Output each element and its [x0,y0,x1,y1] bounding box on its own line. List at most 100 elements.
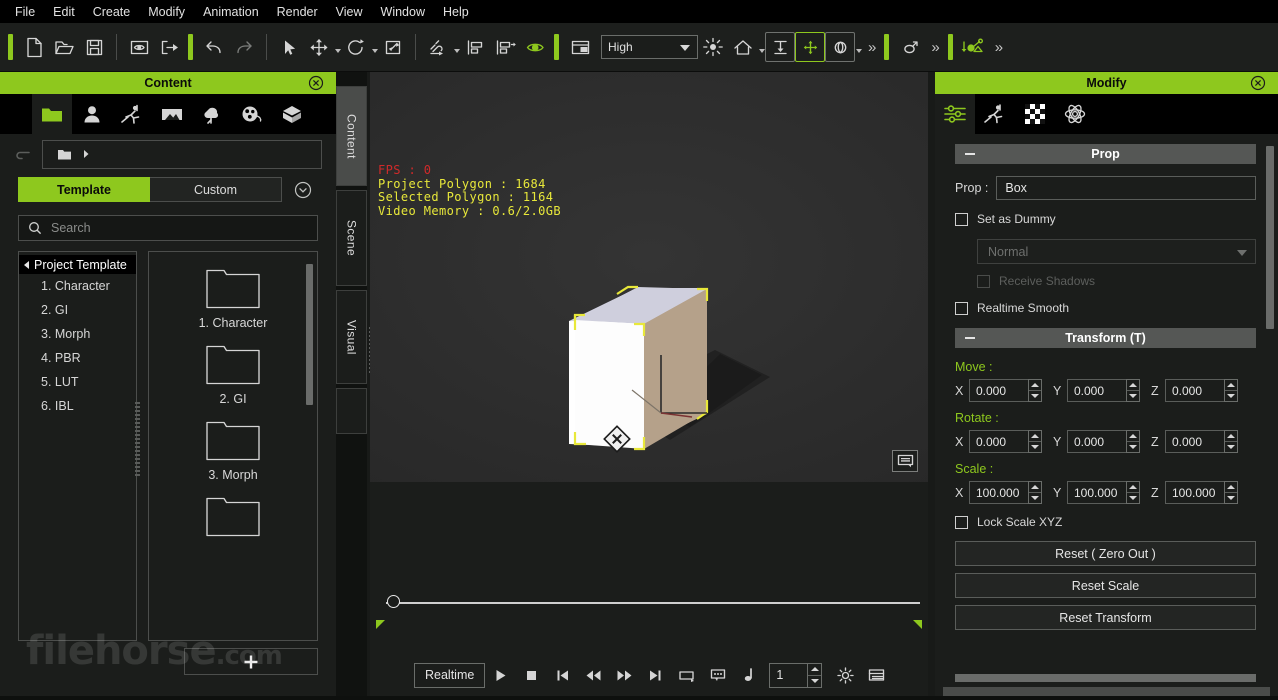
tab-folder-icon[interactable] [32,94,72,134]
realtime-smooth-checkbox[interactable] [955,301,968,315]
breadcrumb[interactable] [42,139,322,169]
reset-scale-button[interactable]: Reset Scale [955,573,1256,598]
scale-x-stepper[interactable] [1028,481,1042,504]
timeline-track[interactable] [380,595,920,608]
collapse-icon-transform[interactable] [965,337,975,339]
viewport-3d[interactable]: FPS : 0 Project Polygon : 1684 Selected … [370,72,928,482]
tree-item-morph[interactable]: 3. Morph [19,322,136,346]
menu-item-create[interactable]: Create [84,2,140,22]
chevron-down-circle-icon[interactable] [294,181,312,199]
frame-stepper[interactable] [807,662,823,688]
list-item[interactable]: 3. Morph [149,418,317,482]
tab-template[interactable]: Template [18,177,150,202]
export-icon[interactable] [154,32,184,62]
scale-z-input[interactable]: 100.000 [1165,481,1238,504]
scale-y-input[interactable]: 100.000 [1067,481,1140,504]
forward-button[interactable] [609,662,640,688]
menu-item-edit[interactable]: Edit [44,2,84,22]
menu-item-view[interactable]: View [327,2,372,22]
tab-3dblock-icon[interactable] [272,94,312,134]
sidebar-item-visual[interactable]: Visual [336,290,374,384]
lock-scale-checkbox[interactable] [955,515,968,529]
redo-icon[interactable] [229,32,259,62]
eye-visibility-icon[interactable] [520,32,550,62]
tree-item-gi[interactable]: 2. GI [19,298,136,322]
link-icon[interactable] [423,32,453,62]
physics-atom-icon[interactable] [1055,94,1095,134]
sliders-icon[interactable] [935,94,975,134]
move-z-stepper[interactable] [1224,379,1238,402]
menu-item-file[interactable]: File [6,2,44,22]
tree-root-project-template[interactable]: Project Template [19,255,136,274]
menu-item-help[interactable]: Help [434,2,478,22]
tab-media-icon[interactable] [232,94,272,134]
rotate-z-input[interactable]: 0.000 [1165,430,1238,453]
scrollbar-vertical[interactable] [306,264,313,405]
audio-note-button[interactable] [733,662,764,688]
physics-icon[interactable] [895,32,925,62]
ground-drop-icon[interactable] [765,32,795,62]
rewind-button[interactable] [578,662,609,688]
motion-icon[interactable] [975,94,1015,134]
set-as-dummy-checkbox[interactable] [955,212,968,226]
stop-button[interactable] [516,662,547,688]
section-header-prop[interactable]: Prop [955,144,1256,164]
close-icon-modify[interactable] [1250,75,1266,91]
scrollbar-vertical-modify[interactable] [1266,146,1274,329]
move-icon[interactable] [304,32,334,62]
open-folder-icon[interactable] [49,32,79,62]
viewport-note-button[interactable] [892,450,918,472]
scrollbar-horizontal-modify[interactable] [955,674,1256,682]
stepper-up[interactable] [808,664,822,676]
rotate-icon[interactable] [341,32,371,62]
sidebar-item-extra[interactable] [336,388,367,434]
render-export-icon[interactable] [959,32,989,62]
menu-item-animation[interactable]: Animation [194,2,268,22]
timeline-list-button[interactable] [861,662,892,688]
sidebar-item-scene[interactable]: Scene [336,190,367,286]
comment-button[interactable] [702,662,733,688]
preview-eye-icon[interactable] [124,32,154,62]
reset-zero-out-button[interactable]: Reset ( Zero Out ) [955,541,1256,566]
tab-scene-icon[interactable] [152,94,192,134]
lock-scale-checkbox-row[interactable]: Lock Scale XYZ [955,515,1256,529]
set-as-dummy-checkbox-row[interactable]: Set as Dummy [955,212,1256,226]
align-left-icon[interactable] [460,32,490,62]
tab-character-icon[interactable] [72,94,112,134]
pivot-icon[interactable] [825,32,855,62]
overflow-icon-3[interactable]: » [989,39,1007,56]
overflow-icon[interactable]: » [862,39,880,56]
light-icon[interactable] [698,32,728,62]
section-header-transform[interactable]: Transform (T) [955,328,1256,348]
scale-z-stepper[interactable] [1224,481,1238,504]
timeline-playhead[interactable] [387,595,400,608]
layout-window-icon[interactable] [565,32,595,62]
new-icon[interactable] [19,32,49,62]
save-icon[interactable] [79,32,109,62]
scrollbar-horizontal-outer[interactable] [943,687,1270,696]
menu-item-render[interactable]: Render [268,2,327,22]
tree-item-pbr[interactable]: 4. PBR [19,346,136,370]
range-marker-start[interactable] [376,620,385,629]
tab-motion-icon[interactable] [112,94,152,134]
play-button[interactable] [485,662,516,688]
undo-icon[interactable] [199,32,229,62]
first-frame-button[interactable] [547,662,578,688]
tab-prop-icon[interactable] [192,94,232,134]
tree-item-lut[interactable]: 5. LUT [19,370,136,394]
search-box[interactable] [18,215,318,241]
align-distribute-icon[interactable] [490,32,520,62]
rotate-x-stepper[interactable] [1028,430,1042,453]
menu-item-modify[interactable]: Modify [139,2,194,22]
sidebar-item-content[interactable]: Content [336,86,367,186]
splitter-handle[interactable] [135,402,140,476]
rotate-y-stepper[interactable] [1126,430,1140,453]
close-icon[interactable] [308,75,324,91]
prop-name-input[interactable]: Box [996,176,1256,200]
rotate-z-stepper[interactable] [1224,430,1238,453]
scale-x-input[interactable]: 100.000 [969,481,1042,504]
settings-sun-button[interactable] [830,662,861,688]
loop-button[interactable] [671,662,702,688]
scale-icon[interactable] [378,32,408,62]
list-item[interactable] [149,494,317,538]
